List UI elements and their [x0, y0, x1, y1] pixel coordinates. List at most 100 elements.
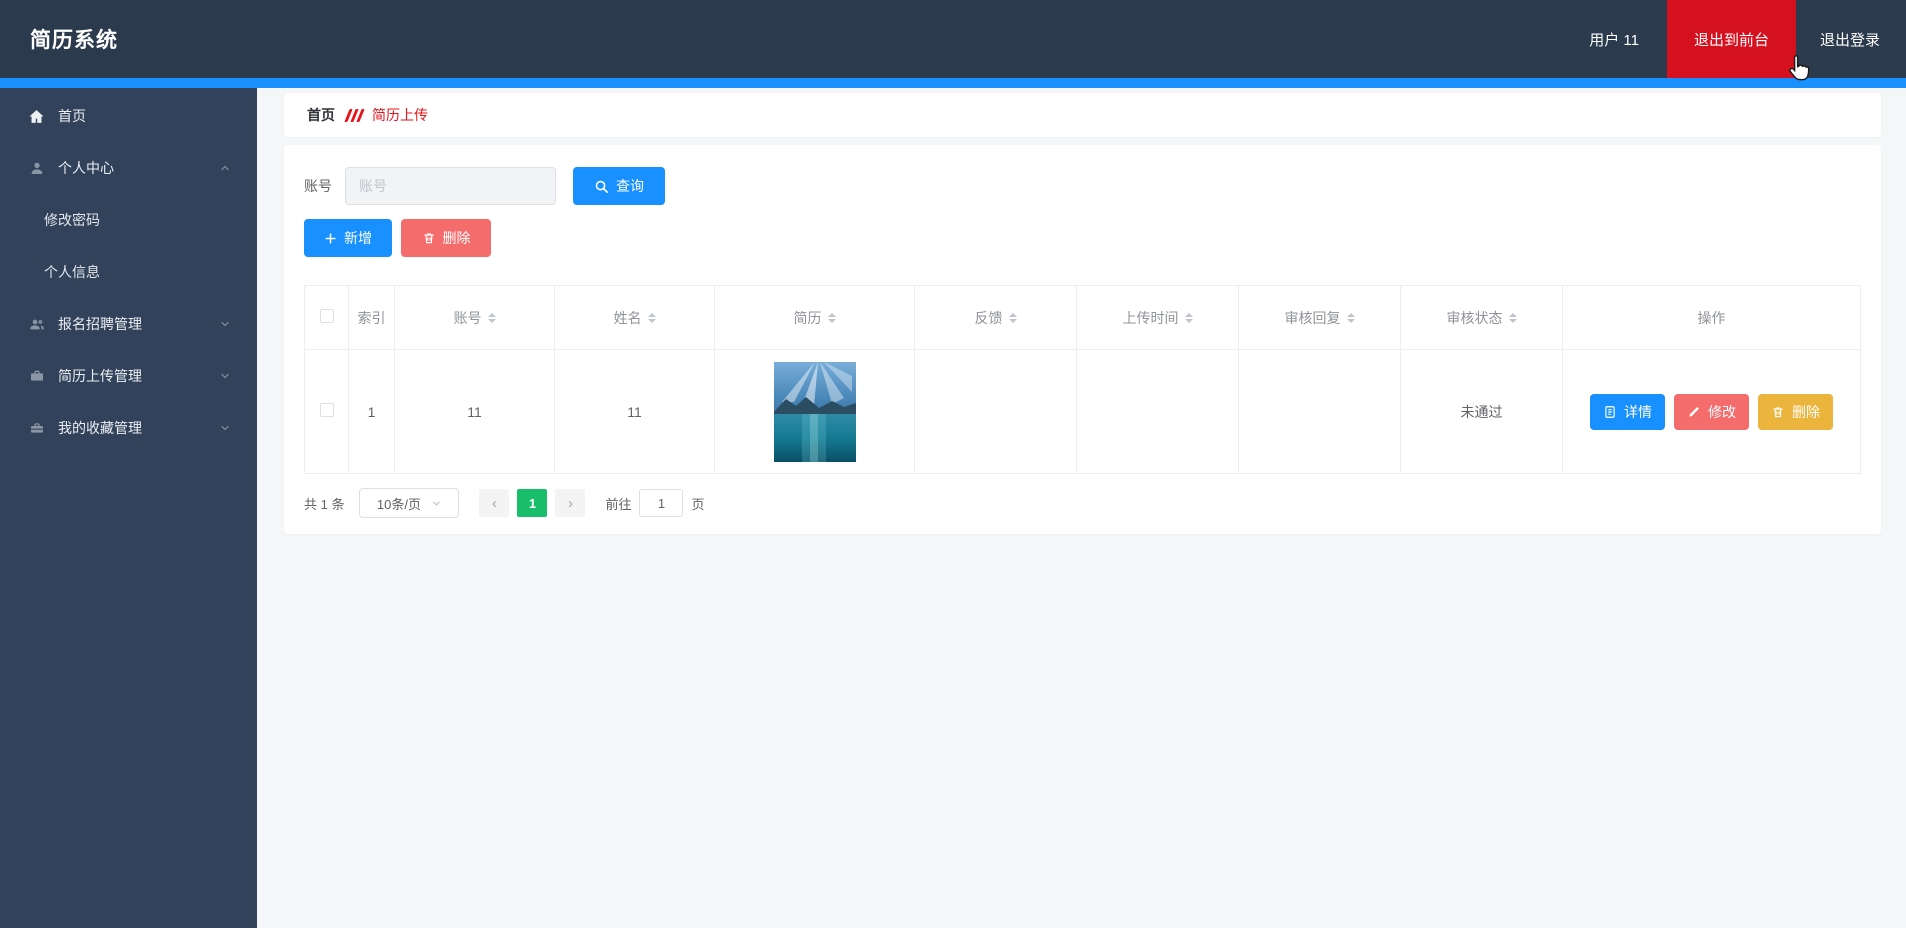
cell-name: 11	[554, 349, 715, 474]
content-card: 账号 查询 新增	[284, 145, 1881, 534]
sort-icon[interactable]	[827, 309, 836, 327]
header-index: 索引	[348, 285, 395, 350]
sidebar-item-label: 个人中心	[58, 160, 114, 176]
home-icon	[28, 108, 45, 125]
sidebar-item-label: 报名招聘管理	[58, 316, 142, 332]
search-form: 账号 查询	[304, 167, 1861, 205]
sidebar-item-personal-info[interactable]: 个人信息	[0, 246, 257, 298]
header-account[interactable]: 账号	[394, 285, 555, 350]
cell-feedback	[914, 349, 1077, 474]
prev-page-button[interactable]: ‹	[479, 489, 510, 517]
trash-icon	[422, 231, 436, 245]
cell-index: 1	[348, 349, 395, 474]
pen-icon	[1687, 405, 1701, 419]
sidebar-item-label: 首页	[58, 108, 86, 124]
header-select-all[interactable]	[304, 285, 349, 350]
cell-actions: 详情 修改 删除	[1562, 349, 1861, 474]
search-icon	[594, 179, 609, 194]
table-header-row: 索引 账号 姓名 简历 反馈 上传时间 审核回复 审核状态 操作	[304, 285, 1861, 350]
pagination-total: 共 1 条	[304, 496, 345, 512]
chevron-down-icon	[219, 370, 231, 382]
page-unit-label: 页	[691, 496, 705, 512]
breadcrumb: 首页 简历上传	[284, 93, 1881, 137]
breadcrumb-current: 简历上传	[372, 107, 428, 123]
sort-icon[interactable]	[1008, 309, 1017, 327]
edit-button[interactable]: 修改	[1674, 393, 1749, 430]
resume-table: 索引 账号 姓名 简历 反馈 上传时间 审核回复 审核状态 操作 1 11 11…	[304, 285, 1861, 474]
edit-button-label: 修改	[1708, 403, 1736, 420]
user-icon	[28, 160, 45, 177]
header-review-status[interactable]: 审核状态	[1400, 285, 1563, 350]
sort-icon[interactable]	[1508, 309, 1517, 327]
sidebar-item-label: 个人信息	[44, 264, 100, 280]
trash-icon	[1771, 405, 1785, 419]
goto-label: 前往	[605, 496, 632, 512]
page-size-select[interactable]: 10条/页	[359, 488, 460, 518]
table-row: 1 11 11 未通过 详情 修改 删除	[304, 349, 1861, 474]
briefcase-icon	[28, 368, 45, 385]
sidebar-item-label: 修改密码	[44, 212, 100, 228]
current-page-button[interactable]: 1	[517, 489, 548, 517]
row-delete-button[interactable]: 删除	[1758, 393, 1833, 430]
app-logo: 简历系统	[30, 29, 118, 52]
header-feedback[interactable]: 反馈	[914, 285, 1077, 350]
sidebar-item-label: 简历上传管理	[58, 368, 142, 384]
cell-select[interactable]	[304, 349, 349, 474]
top-navbar: 简历系统 用户 11 退出到前台 退出登录	[0, 0, 1906, 78]
exit-to-front-button[interactable]: 退出到前台	[1666, 0, 1796, 78]
chevron-down-icon	[219, 422, 231, 434]
next-page-button[interactable]: ›	[555, 489, 586, 517]
header-actions: 操作	[1562, 285, 1861, 350]
sidebar-item-change-password[interactable]: 修改密码	[0, 194, 257, 246]
detail-button-label: 详情	[1624, 403, 1652, 420]
cell-review-status: 未通过	[1400, 349, 1563, 474]
sidebar-item-label: 我的收藏管理	[58, 420, 142, 436]
sort-icon[interactable]	[1184, 309, 1193, 327]
header-upload-time[interactable]: 上传时间	[1076, 285, 1239, 350]
add-button[interactable]: 新增	[304, 219, 392, 257]
users-icon	[28, 316, 45, 333]
header-name[interactable]: 姓名	[554, 285, 715, 350]
batch-delete-button-label: 删除	[442, 230, 471, 246]
sort-icon[interactable]	[487, 309, 496, 327]
logout-button[interactable]: 退出登录	[1796, 0, 1904, 78]
detail-button[interactable]: 详情	[1590, 393, 1665, 430]
goto-page-input[interactable]	[639, 489, 684, 517]
sidebar-item-resume-upload-management[interactable]: 简历上传管理	[0, 350, 257, 402]
query-button[interactable]: 查询	[573, 167, 665, 205]
batch-delete-button[interactable]: 删除	[401, 219, 491, 257]
navbar-right: 用户 11 退出到前台 退出登录	[1589, 0, 1906, 78]
pagination: 共 1 条 10条/页 ‹ 1 › 前往 页	[304, 488, 1861, 518]
breadcrumb-home-link[interactable]: 首页	[307, 105, 335, 125]
header-review-reply[interactable]: 审核回复	[1238, 285, 1401, 350]
accent-strip	[0, 78, 1906, 88]
account-field-label: 账号	[304, 178, 332, 194]
chevron-up-icon	[219, 162, 231, 174]
table-toolbar: 新增 删除	[304, 219, 1861, 257]
account-input[interactable]	[345, 167, 556, 205]
cell-account: 11	[394, 349, 555, 474]
chevron-down-icon	[431, 498, 442, 509]
sidebar-item-home[interactable]: 首页	[0, 90, 257, 142]
main-content: 首页 简历上传 账号 查询	[257, 88, 1906, 928]
row-checkbox[interactable]	[319, 403, 334, 417]
sidebar-item-favorites-management[interactable]: 我的收藏管理	[0, 402, 257, 454]
breadcrumb-separator-icon	[344, 108, 365, 122]
toolbox-icon	[28, 420, 45, 437]
cell-resume	[714, 349, 915, 474]
sidebar-item-personal-center[interactable]: 个人中心	[0, 142, 257, 194]
sort-icon[interactable]	[647, 309, 656, 327]
page-size-value: 10条/页	[376, 496, 421, 512]
sidebar-item-recruit-management[interactable]: 报名招聘管理	[0, 298, 257, 350]
sort-icon[interactable]	[1346, 309, 1355, 327]
cell-review-reply	[1238, 349, 1401, 474]
chevron-down-icon	[219, 318, 231, 330]
resume-thumbnail-image[interactable]	[773, 361, 856, 462]
select-all-checkbox[interactable]	[319, 309, 334, 323]
sidebar: 首页 个人中心 修改密码 个人信息 报名招聘管理 简历上传管理 我的收藏管理	[0, 88, 257, 928]
header-resume[interactable]: 简历	[714, 285, 915, 350]
query-button-label: 查询	[616, 178, 644, 194]
plus-icon	[324, 232, 337, 245]
row-delete-button-label: 删除	[1792, 403, 1820, 420]
add-button-label: 新增	[344, 230, 372, 246]
